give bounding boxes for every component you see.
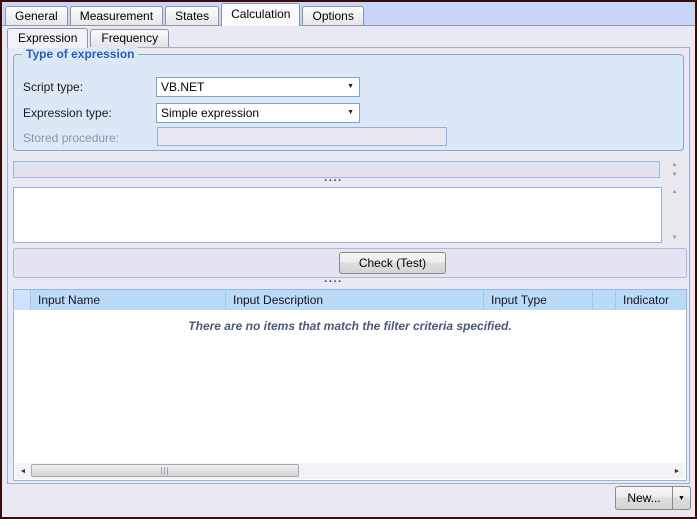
tab-calculation[interactable]: Calculation bbox=[221, 3, 301, 26]
scroll-right-button[interactable]: ► bbox=[669, 463, 685, 479]
scroll-up-icon[interactable]: ▲ bbox=[672, 189, 678, 195]
type-of-expression-group: Type of expression Script type: VB.NET ▼… bbox=[13, 47, 684, 151]
tab-expression[interactable]: Expression bbox=[7, 28, 89, 48]
group-title: Type of expression bbox=[22, 47, 139, 61]
script-type-value: VB.NET bbox=[161, 80, 205, 94]
stored-procedure-label: Stored procedure: bbox=[23, 131, 120, 145]
scroll-down-icon[interactable]: ▼ bbox=[672, 235, 678, 241]
inputs-grid: Input Name Input Description Input Type … bbox=[13, 289, 687, 481]
scroll-left-button[interactable]: ◄ bbox=[15, 463, 31, 479]
stored-procedure-field bbox=[157, 127, 447, 146]
new-button[interactable]: New... bbox=[615, 486, 672, 510]
check-panel: Check (Test) bbox=[13, 248, 687, 278]
tab-frequency[interactable]: Frequency bbox=[90, 29, 170, 47]
expression-type-value: Simple expression bbox=[161, 106, 260, 120]
scroll-right-icon: ► bbox=[673, 467, 681, 475]
tab-measurement[interactable]: Measurement bbox=[69, 6, 164, 25]
header-panel-scrollbar[interactable]: ▲ ▼ bbox=[664, 160, 685, 180]
column-header-input-name[interactable]: Input Name bbox=[31, 290, 226, 310]
scroll-left-icon: ◄ bbox=[19, 467, 27, 475]
main-tab-strip: General Measurement States Calculation O… bbox=[2, 2, 695, 26]
scrollbar-thumb[interactable]: ||| bbox=[31, 464, 299, 477]
row-indicator-column-header[interactable] bbox=[14, 290, 31, 310]
tab-states[interactable]: States bbox=[165, 6, 220, 25]
expression-type-label: Expression type: bbox=[23, 106, 112, 120]
column-header-input-type[interactable]: Input Type bbox=[484, 290, 593, 310]
calculation-dialog: General Measurement States Calculation O… bbox=[0, 0, 697, 519]
tab-general[interactable]: General bbox=[5, 6, 68, 25]
expression-type-combobox[interactable]: Simple expression ▼ bbox=[156, 103, 360, 123]
splitter-handle[interactable]: ···· bbox=[8, 277, 659, 288]
expression-editor[interactable] bbox=[13, 187, 662, 243]
sub-tab-strip: Expression Frequency bbox=[7, 28, 171, 48]
script-type-combobox[interactable]: VB.NET ▼ bbox=[156, 77, 360, 97]
column-header-input-description[interactable]: Input Description bbox=[226, 290, 484, 310]
grid-header: Input Name Input Description Input Type … bbox=[14, 290, 686, 310]
scrollbar-track[interactable]: ||| bbox=[31, 463, 669, 479]
script-type-label: Script type: bbox=[23, 80, 84, 94]
check-test-button[interactable]: Check (Test) bbox=[339, 252, 446, 274]
chevron-down-icon: ▼ bbox=[678, 494, 685, 502]
grid-horizontal-scrollbar[interactable]: ◄ ||| ► bbox=[15, 463, 685, 479]
expression-tab-page: Type of expression Script type: VB.NET ▼… bbox=[7, 47, 690, 484]
tab-options[interactable]: Options bbox=[302, 6, 364, 25]
new-split-button: New... ▼ bbox=[615, 486, 691, 510]
scroll-down-icon[interactable]: ▼ bbox=[672, 172, 678, 178]
new-button-dropdown[interactable]: ▼ bbox=[672, 486, 691, 510]
grid-empty-message: There are no items that match the filter… bbox=[188, 319, 512, 333]
scroll-up-icon[interactable]: ▲ bbox=[672, 162, 678, 168]
editor-scrollbar[interactable]: ▲ ▼ bbox=[664, 187, 685, 243]
column-header-indicator[interactable]: Indicator bbox=[616, 290, 686, 310]
splitter-handle[interactable]: ···· bbox=[8, 176, 659, 187]
spacer-column-header[interactable] bbox=[593, 290, 616, 310]
chevron-down-icon[interactable]: ▼ bbox=[347, 104, 359, 122]
chevron-down-icon[interactable]: ▼ bbox=[347, 78, 359, 96]
